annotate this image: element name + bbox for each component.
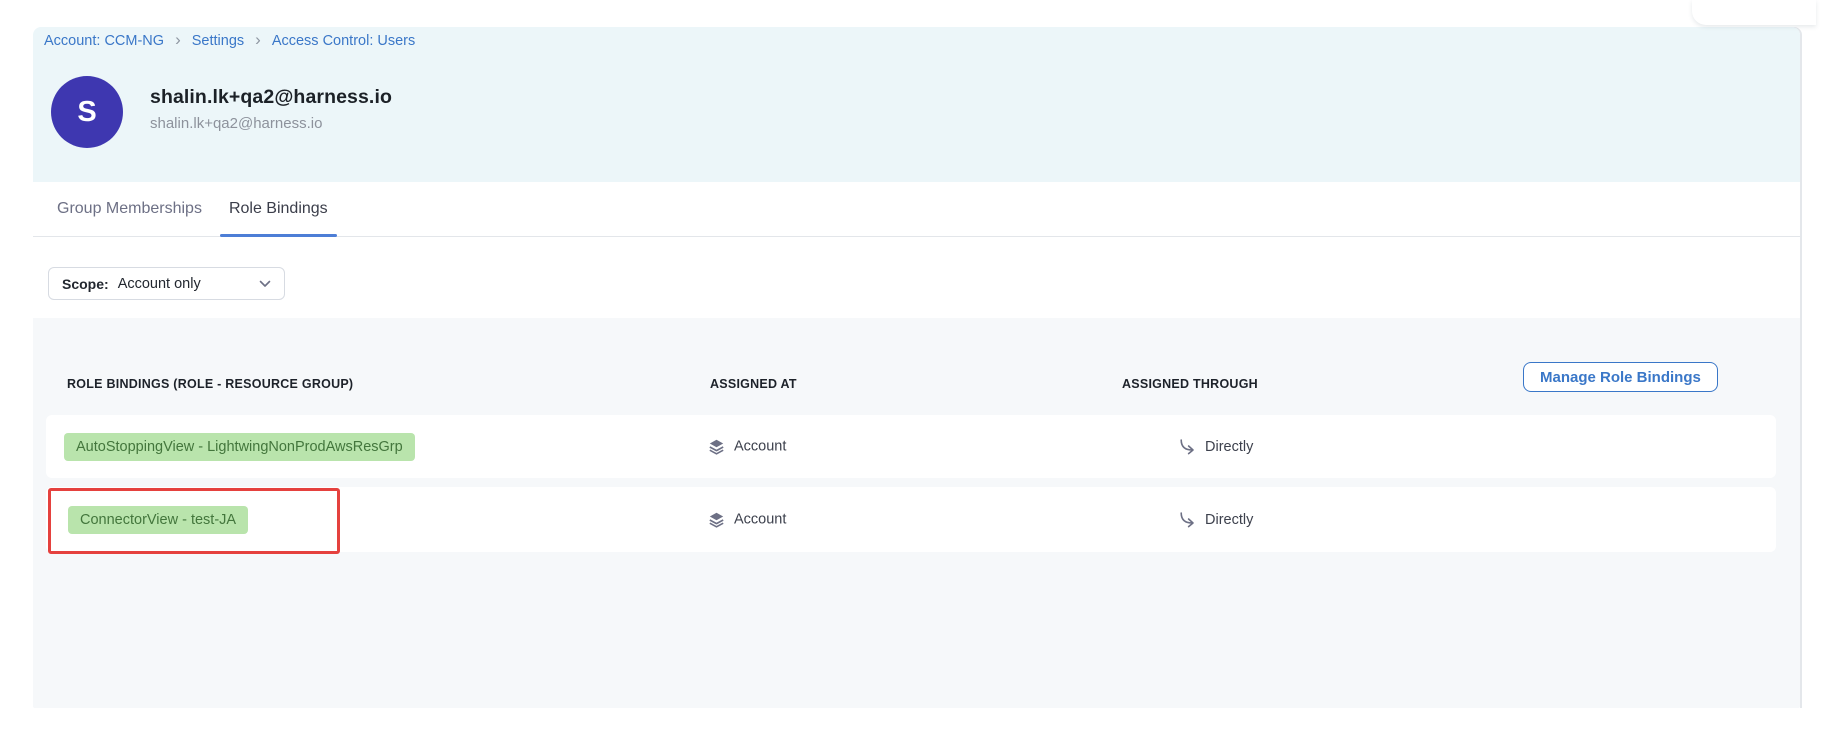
scope-label: Scope: bbox=[62, 276, 109, 292]
top-right-widget bbox=[1692, 0, 1816, 25]
role-binding-badge: ConnectorView - test-JA bbox=[68, 506, 248, 534]
breadcrumb-account-link[interactable]: Account: CCM-NG bbox=[44, 33, 164, 49]
layers-icon bbox=[708, 438, 725, 455]
assigned-through-value: Directly bbox=[1205, 439, 1253, 455]
layers-icon bbox=[708, 511, 725, 528]
tab-bar: Group Memberships Role Bindings bbox=[33, 182, 1800, 237]
column-header-role-bindings: ROLE BINDINGS (ROLE - RESOURCE GROUP) bbox=[67, 377, 353, 391]
role-binding-badge: AutoStoppingView - LightwingNonProdAwsRe… bbox=[64, 433, 415, 461]
scope-section: Scope: Account only bbox=[33, 237, 1800, 319]
breadcrumb: Account: CCM-NG › Settings › Access Cont… bbox=[44, 32, 415, 49]
assigned-through-cell: Directly bbox=[1178, 439, 1253, 455]
assigned-at-cell: Account bbox=[708, 438, 786, 455]
breadcrumb-settings-link[interactable]: Settings bbox=[192, 33, 244, 49]
manage-role-bindings-button[interactable]: Manage Role Bindings bbox=[1523, 362, 1718, 392]
table-row: ConnectorView - test-JA Account bbox=[46, 487, 1776, 552]
scope-value: Account only bbox=[118, 276, 201, 292]
main-panel: Account: CCM-NG › Settings › Access Cont… bbox=[33, 27, 1800, 708]
user-identity: shalin.lk+qa2@harness.io shalin.lk+qa2@h… bbox=[150, 86, 392, 132]
assigned-at-cell: Account bbox=[708, 511, 786, 528]
tab-group-memberships[interactable]: Group Memberships bbox=[48, 182, 211, 236]
chevron-right-icon: › bbox=[255, 31, 261, 48]
chevron-right-icon: › bbox=[175, 31, 181, 48]
arrow-branch-icon bbox=[1178, 512, 1196, 528]
arrow-branch-icon bbox=[1178, 439, 1196, 455]
column-header-assigned-at: ASSIGNED AT bbox=[710, 377, 797, 391]
chevron-down-icon bbox=[259, 280, 271, 288]
assigned-at-value: Account bbox=[734, 439, 786, 455]
assigned-through-cell: Directly bbox=[1178, 512, 1253, 528]
tab-role-bindings[interactable]: Role Bindings bbox=[220, 182, 337, 236]
page-title: shalin.lk+qa2@harness.io bbox=[150, 86, 392, 109]
column-header-assigned-through: ASSIGNED THROUGH bbox=[1122, 377, 1258, 391]
avatar-initial: S bbox=[77, 96, 96, 129]
user-email: shalin.lk+qa2@harness.io bbox=[150, 115, 392, 132]
user-header: Account: CCM-NG › Settings › Access Cont… bbox=[33, 27, 1800, 182]
assigned-at-value: Account bbox=[734, 512, 786, 528]
table-row: AutoStoppingView - LightwingNonProdAwsRe… bbox=[46, 415, 1776, 478]
scope-filter-dropdown[interactable]: Scope: Account only bbox=[48, 267, 285, 300]
role-bindings-table: ROLE BINDINGS (ROLE - RESOURCE GROUP) AS… bbox=[33, 318, 1800, 708]
avatar: S bbox=[51, 76, 123, 148]
breadcrumb-access-control-users-link[interactable]: Access Control: Users bbox=[272, 33, 415, 49]
assigned-through-value: Directly bbox=[1205, 512, 1253, 528]
